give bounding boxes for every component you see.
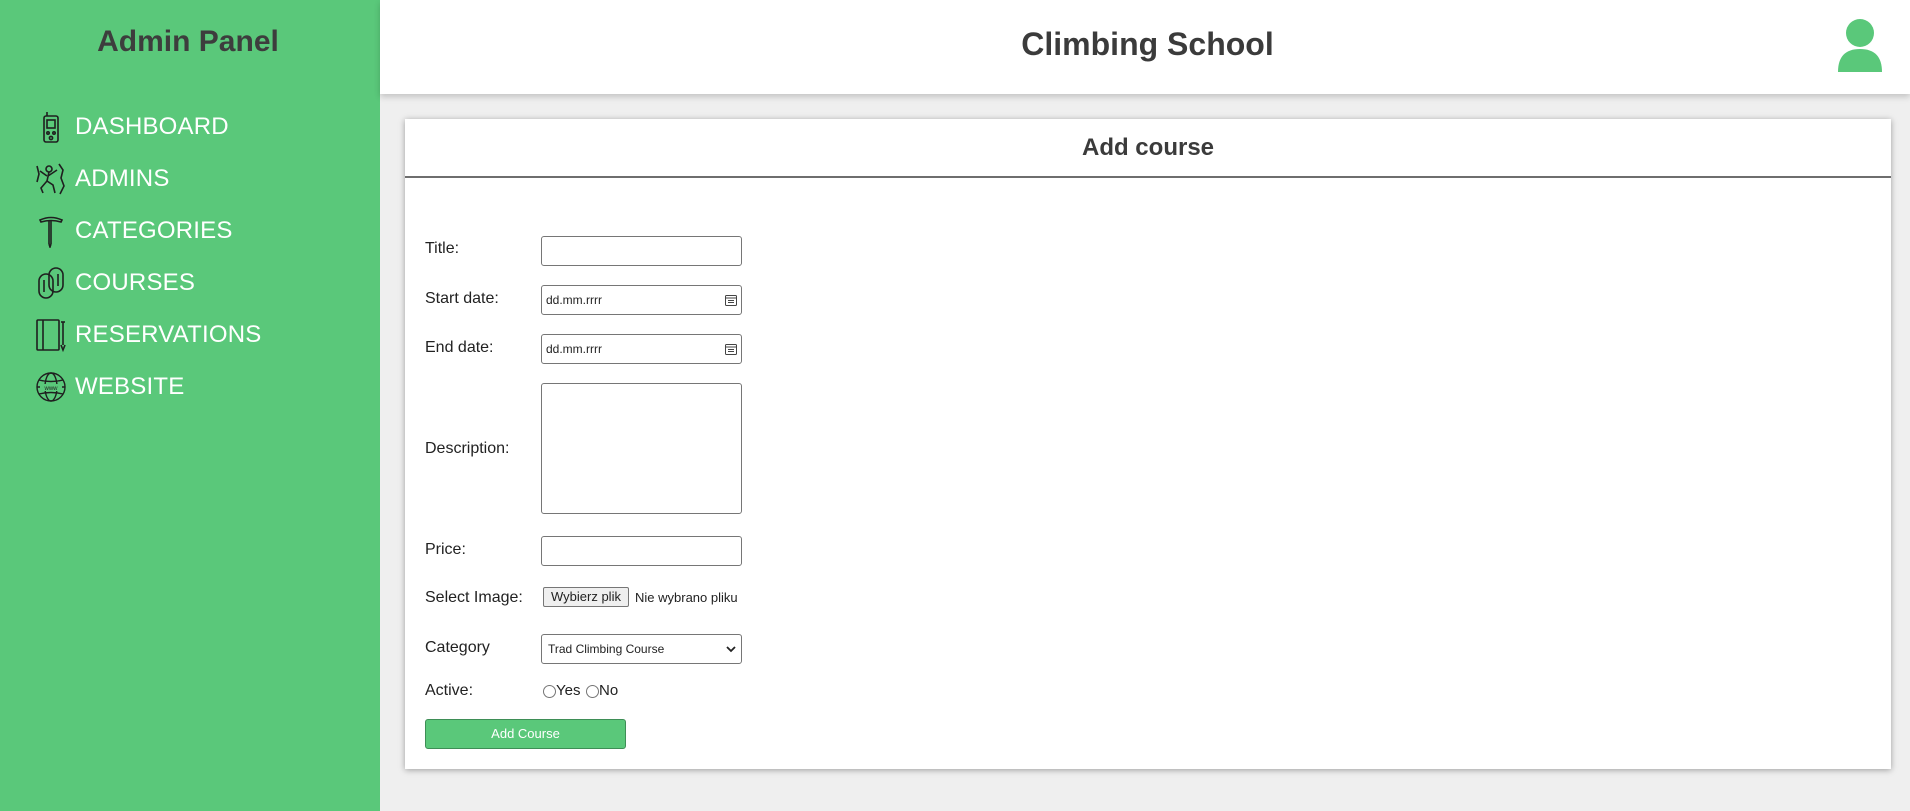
calendar-icon[interactable]: [725, 294, 737, 306]
price-label: Price:: [425, 541, 466, 558]
description-label: Description:: [425, 440, 510, 457]
sidebar-item-label: ADMINS: [75, 165, 170, 192]
form-title: Add course: [405, 119, 1891, 178]
sidebar-item-dashboard[interactable]: DASHBOARD: [35, 101, 261, 153]
sidebar-title: Admin Panel: [97, 25, 279, 58]
start-date-label: Start date:: [425, 290, 499, 307]
sidebar-item-courses[interactable]: COURSES: [35, 257, 261, 309]
gps-device-icon: [35, 109, 67, 145]
climber-icon: [35, 161, 67, 197]
chevron-down-icon: [726, 646, 736, 653]
sidebar-item-label: DASHBOARD: [75, 113, 229, 140]
sidebar: Admin Panel DASHBOARD ADMINS CATEGORIES …: [0, 0, 380, 811]
ice-axe-icon: [35, 213, 67, 249]
title-input[interactable]: [541, 236, 742, 266]
add-course-card: Add course Title: Start date: dd.mm.rrrr…: [405, 119, 1891, 769]
category-selected-value: Trad Climbing Course: [548, 642, 665, 656]
sidebar-item-label: COURSES: [75, 269, 196, 296]
globe-www-icon: www: [35, 369, 67, 405]
choose-file-button[interactable]: Wybierz plik: [543, 587, 629, 607]
user-avatar-icon[interactable]: [1836, 18, 1884, 72]
sidebar-item-reservations[interactable]: RESERVATIONS: [35, 309, 261, 361]
active-no-label[interactable]: No: [599, 682, 618, 699]
topbar: Climbing School: [380, 0, 1910, 94]
end-date-label: End date:: [425, 339, 494, 356]
category-label: Category: [425, 639, 490, 656]
sidebar-nav: DASHBOARD ADMINS CATEGORIES COURSES RESE…: [35, 101, 261, 413]
category-select[interactable]: Trad Climbing Course: [541, 634, 742, 664]
description-textarea[interactable]: [541, 383, 742, 514]
start-date-input[interactable]: dd.mm.rrrr: [541, 285, 742, 315]
sidebar-item-website[interactable]: www WEBSITE: [35, 361, 261, 413]
start-date-value: dd.mm.rrrr: [546, 293, 602, 307]
sidebar-item-label: RESERVATIONS: [75, 321, 262, 348]
add-course-button[interactable]: Add Course: [425, 719, 626, 749]
notebook-icon: [35, 317, 67, 353]
carabiner-icon: [35, 265, 67, 301]
end-date-value: dd.mm.rrrr: [546, 342, 602, 356]
active-label: Active:: [425, 682, 474, 699]
end-date-input[interactable]: dd.mm.rrrr: [541, 334, 742, 364]
title-label: Title:: [425, 240, 460, 257]
file-status-text: Nie wybrano pliku: [635, 590, 738, 605]
sidebar-item-admins[interactable]: ADMINS: [35, 153, 261, 205]
select-image-label: Select Image:: [425, 589, 523, 606]
svg-text:www: www: [44, 386, 59, 392]
price-input[interactable]: [541, 536, 742, 566]
sidebar-item-categories[interactable]: CATEGORIES: [35, 205, 261, 257]
active-yes-radio[interactable]: [543, 685, 556, 698]
active-yes-label[interactable]: Yes: [556, 682, 580, 699]
calendar-icon[interactable]: [725, 343, 737, 355]
page-title: Climbing School: [1021, 26, 1274, 62]
sidebar-item-label: CATEGORIES: [75, 217, 233, 244]
sidebar-item-label: WEBSITE: [75, 373, 185, 400]
active-no-radio[interactable]: [586, 685, 599, 698]
